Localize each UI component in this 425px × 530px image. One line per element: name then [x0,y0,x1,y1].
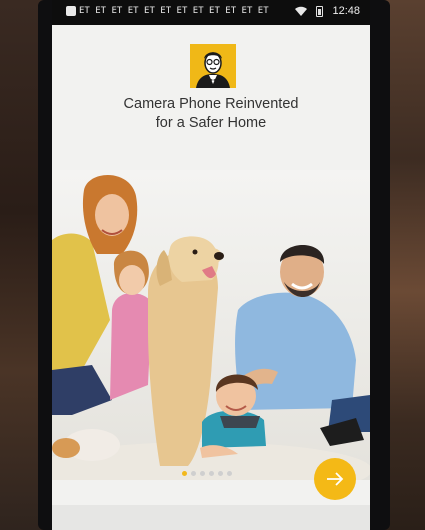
page-dot-active [182,471,187,476]
onboarding-headline: Camera Phone Reinvented for a Safer Home [52,95,370,133]
butler-logo-icon [190,44,236,88]
page-dot [200,471,205,476]
next-button[interactable] [314,458,356,500]
headline-line-2: for a Safer Home [155,115,267,131]
wifi-icon [295,6,308,16]
notification-icons: ET ET ET ET ET ET ET ET ET ET ET ET [79,6,269,16]
app-icon [66,6,76,16]
status-bar: ET ET ET ET ET ET ET ET ET ET ET ET 12:4… [52,0,370,25]
notification-area: ET ET ET ET ET ET ET ET ET ET ET ET [66,6,269,16]
bottom-edge [52,505,370,530]
clock: 12:48 [332,5,360,17]
page-indicator [182,471,232,476]
system-icons: 12:48 [295,5,360,17]
page-dot [209,471,214,476]
page-dot [191,471,196,476]
page-dot [218,471,223,476]
app-screen: ET ET ET ET ET ET ET ET ET ET ET ET 12:4… [52,0,370,530]
arrow-right-icon [327,472,344,486]
page-dot [227,471,232,476]
headline-line-1: Camera Phone Reinvented [123,96,299,112]
family-with-dog-photo [52,170,370,480]
battery-icon [316,5,324,17]
